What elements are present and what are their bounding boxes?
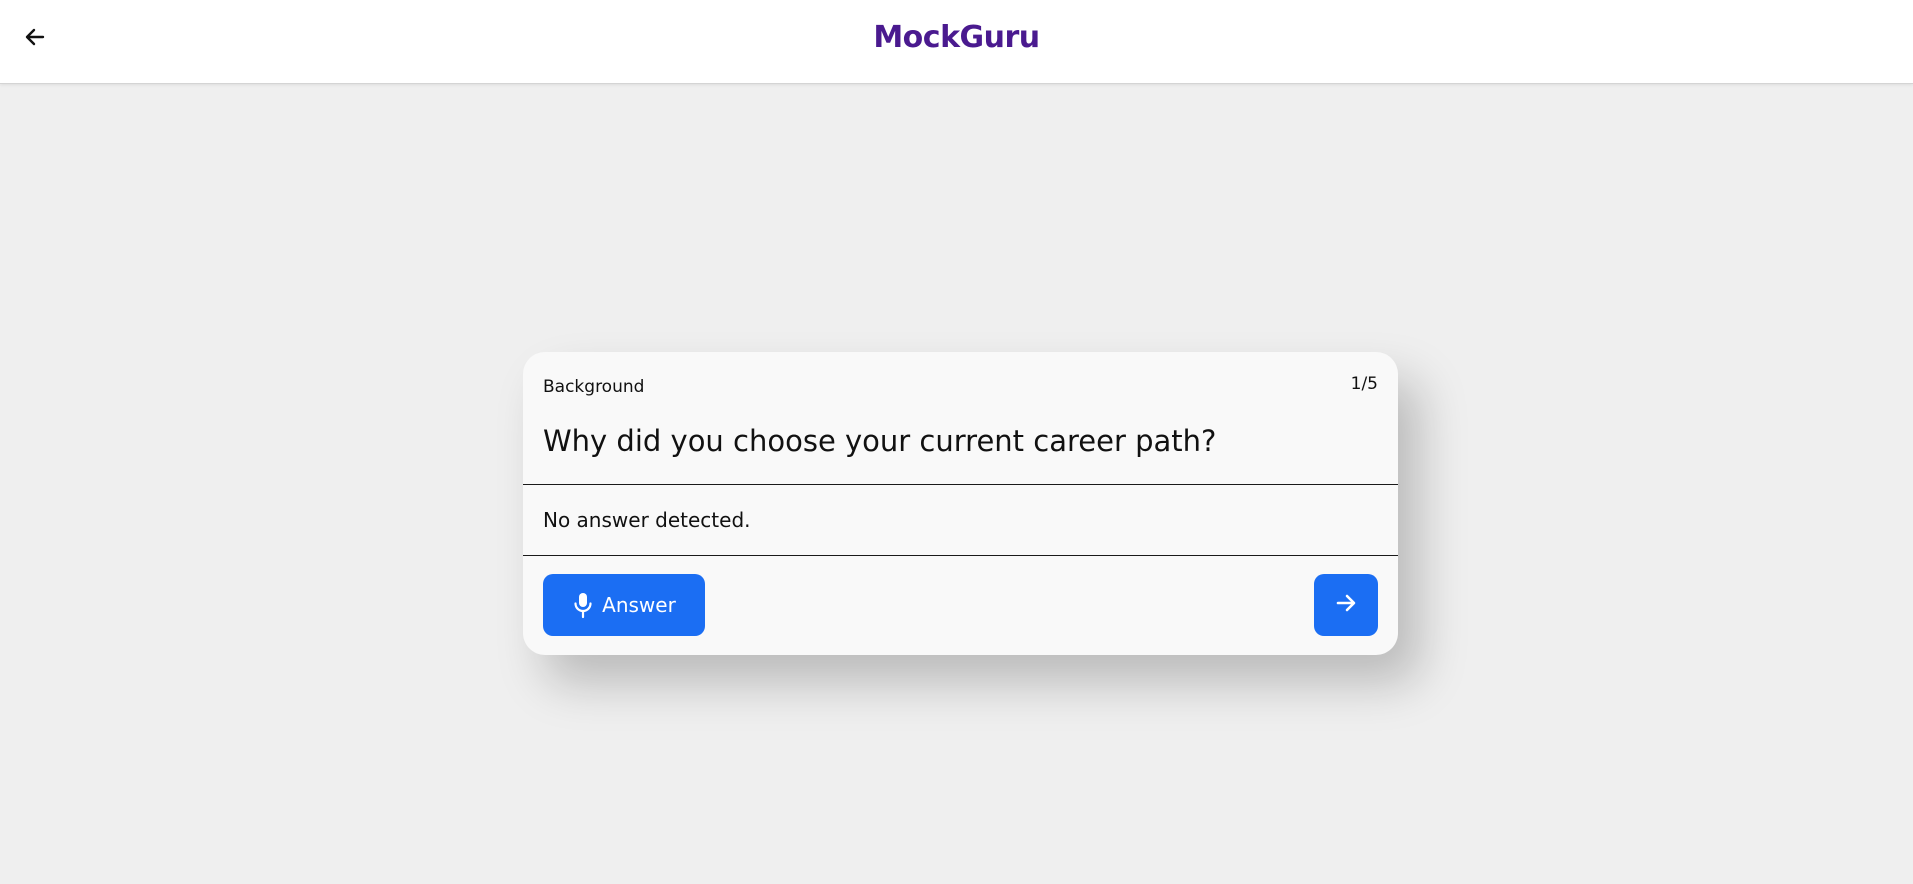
answer-button-label: Answer <box>602 593 676 617</box>
brand-logo: MockGuru <box>873 20 1040 55</box>
divider <box>523 484 1398 485</box>
question-category: Background <box>543 377 645 397</box>
answer-button[interactable]: Answer <box>543 574 705 636</box>
question-text: Why did you choose your current career p… <box>543 424 1217 458</box>
microphone-icon <box>572 591 594 619</box>
arrow-right-icon <box>1334 591 1358 619</box>
question-counter: 1/5 <box>1350 374 1378 394</box>
next-question-button[interactable] <box>1314 574 1378 636</box>
top-bar: MockGuru <box>0 0 1913 84</box>
divider <box>523 555 1398 556</box>
answer-transcript: No answer detected. <box>543 508 751 532</box>
question-card: Background 1/5 Why did you choose your c… <box>523 352 1398 655</box>
